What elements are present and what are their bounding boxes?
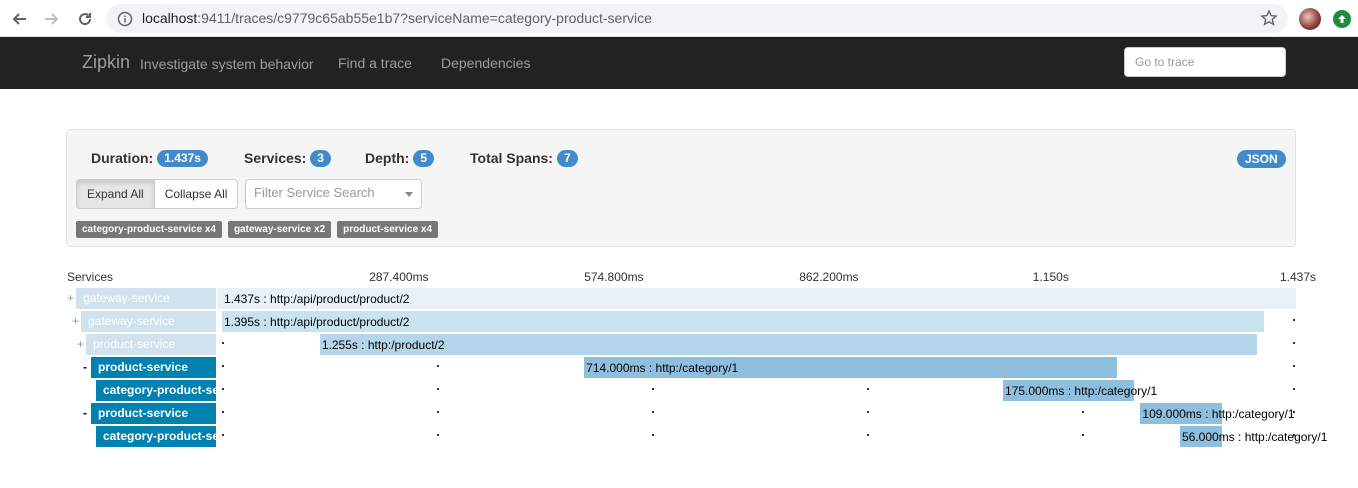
span-service-label[interactable]: category-product-serv	[96, 426, 216, 447]
grid-dot	[1293, 319, 1295, 321]
reload-icon[interactable]	[74, 8, 96, 30]
services-header: Services	[67, 270, 114, 284]
grid-dot	[652, 434, 654, 436]
filter-service-select[interactable]: Filter Service Search	[245, 179, 422, 209]
services-badge: 3	[310, 150, 331, 167]
service-tag[interactable]: category-product-service x4	[76, 221, 222, 238]
span-service-label[interactable]: gateway-service	[81, 311, 216, 332]
grid-dot	[437, 365, 439, 367]
grid-dot	[867, 434, 869, 436]
grid-dot	[437, 434, 439, 436]
span-row[interactable]: category-product-serv 175.000ms : http:/c…	[0, 380, 1358, 401]
brand-logo[interactable]: Zipkin	[82, 52, 130, 73]
total-spans-stat: Total Spans: 7	[470, 150, 578, 167]
nav-dependencies[interactable]: Dependencies	[441, 55, 531, 71]
nav-find-trace[interactable]: Find a trace	[338, 55, 412, 71]
span-row[interactable]: + gateway-service 1.395s : http:/api/produ…	[0, 311, 1358, 332]
timeline-tick-label: 1.437s	[1280, 270, 1317, 284]
grid-dot	[652, 411, 654, 413]
address-bar[interactable]: localhost:9411/traces/c9779c65ab55e1b7?s…	[106, 4, 1288, 33]
span-row[interactable]: - product-service 109.000ms : http:/catego…	[0, 403, 1358, 424]
span-row[interactable]: + gateway-service 1.437s : http:/api/produ…	[0, 288, 1358, 309]
expand-toggle[interactable]: +	[72, 314, 79, 328]
span-service-label[interactable]: category-product-serv	[96, 380, 216, 401]
grid-dot	[867, 411, 869, 413]
trace-timeline: Services 287.400ms 574.800ms 862.200ms 1.15…	[0, 268, 1358, 458]
span-row[interactable]: category-product-serv 56.000ms : http:/ca…	[0, 426, 1358, 447]
span-label: 109.000ms : http:/category/1	[1142, 407, 1295, 421]
span-row[interactable]: + product-service 1.255s : http:/product/2	[0, 334, 1358, 355]
span-duration-bar[interactable]	[319, 334, 1257, 355]
span-label: 714.000ms : http:/category/1	[586, 361, 739, 375]
timeline-tick-label: 574.800ms	[584, 270, 644, 284]
filter-placeholder: Filter Service Search	[254, 185, 375, 200]
timeline-tick-label: 287.400ms	[369, 270, 429, 284]
profile-avatar[interactable]	[1299, 8, 1321, 30]
grid-dot	[222, 388, 224, 390]
url-text[interactable]: localhost:9411/traces/c9779c65ab55e1b7?s…	[142, 10, 652, 26]
collapse-toggle[interactable]: -	[83, 406, 87, 420]
grid-dot	[867, 388, 869, 390]
grid-dot	[437, 411, 439, 413]
chevron-down-icon	[405, 192, 413, 197]
total-spans-label: Total Spans:	[470, 150, 553, 166]
url-path: :9411/traces/c9779c65ab55e1b7?serviceNam…	[197, 10, 652, 26]
grid-dot	[1082, 434, 1084, 436]
duration-stat: Duration: 1.437s	[91, 150, 208, 167]
grid-dot	[1293, 365, 1295, 367]
span-row[interactable]: - product-service 714.000ms : http:/catego…	[0, 357, 1358, 378]
url-host: localhost	[142, 10, 198, 26]
bookmark-star-icon[interactable]	[1260, 9, 1278, 32]
depth-label: Depth:	[365, 150, 410, 166]
service-tag[interactable]: product-service x4	[337, 221, 439, 238]
brand-tagline: Investigate system behavior	[140, 56, 314, 72]
span-label: 56.000ms : http:/category/1	[1182, 430, 1328, 444]
grid-dot	[222, 342, 224, 344]
services-label: Services:	[244, 150, 307, 166]
go-to-trace-input[interactable]	[1124, 47, 1286, 77]
duration-badge: 1.437s	[157, 150, 208, 167]
depth-stat: Depth: 5	[365, 150, 435, 167]
span-label: 1.395s : http:/api/product/product/2	[224, 315, 410, 329]
expand-toggle[interactable]: +	[67, 291, 74, 305]
grid-dot	[1293, 388, 1295, 390]
grid-dot	[222, 434, 224, 436]
collapse-all-button[interactable]: Collapse All	[154, 179, 239, 209]
info-icon[interactable]	[117, 11, 133, 32]
span-service-label[interactable]: product-service	[91, 403, 216, 424]
expand-collapse-group: Expand All Collapse All	[76, 179, 239, 209]
forward-arrow-icon[interactable]	[41, 8, 63, 30]
timeline-tick-label: 1.150s	[1032, 270, 1069, 284]
back-arrow-icon[interactable]	[8, 8, 30, 30]
json-button[interactable]: JSON	[1237, 150, 1286, 168]
span-service-label[interactable]: gateway-service	[76, 288, 216, 309]
app-navbar: Zipkin Investigate system behavior Find …	[0, 37, 1358, 89]
span-service-label[interactable]: product-service	[86, 334, 216, 355]
expand-all-button[interactable]: Expand All	[76, 179, 155, 209]
grid-dot	[222, 411, 224, 413]
duration-label: Duration:	[91, 150, 154, 166]
grid-dot	[437, 388, 439, 390]
span-label: 175.000ms : http:/category/1	[1005, 384, 1158, 398]
timeline-tick-label: 862.200ms	[799, 270, 859, 284]
trace-summary-panel: Duration: 1.437s Services: 3 Depth: 5 Total…	[66, 129, 1296, 247]
service-tag[interactable]: gateway-service x2	[227, 221, 332, 238]
service-tags: category-product-service x4 gateway-serv…	[76, 221, 439, 238]
grid-dot	[1082, 411, 1084, 413]
span-label: 1.437s : http:/api/product/product/2	[224, 292, 410, 306]
grid-dot	[652, 388, 654, 390]
expand-toggle[interactable]: +	[77, 337, 84, 351]
total-spans-badge: 7	[556, 150, 578, 167]
span-service-label[interactable]: product-service	[91, 357, 216, 378]
services-stat: Services: 3	[244, 150, 331, 167]
grid-dot	[1293, 342, 1295, 344]
span-label: 1.255s : http:/product/2	[321, 338, 445, 352]
depth-badge: 5	[413, 150, 435, 167]
collapse-toggle[interactable]: -	[83, 360, 87, 374]
update-arrow-icon[interactable]	[1333, 10, 1351, 28]
browser-toolbar: localhost:9411/traces/c9779c65ab55e1b7?s…	[0, 0, 1358, 37]
grid-dot	[222, 365, 224, 367]
